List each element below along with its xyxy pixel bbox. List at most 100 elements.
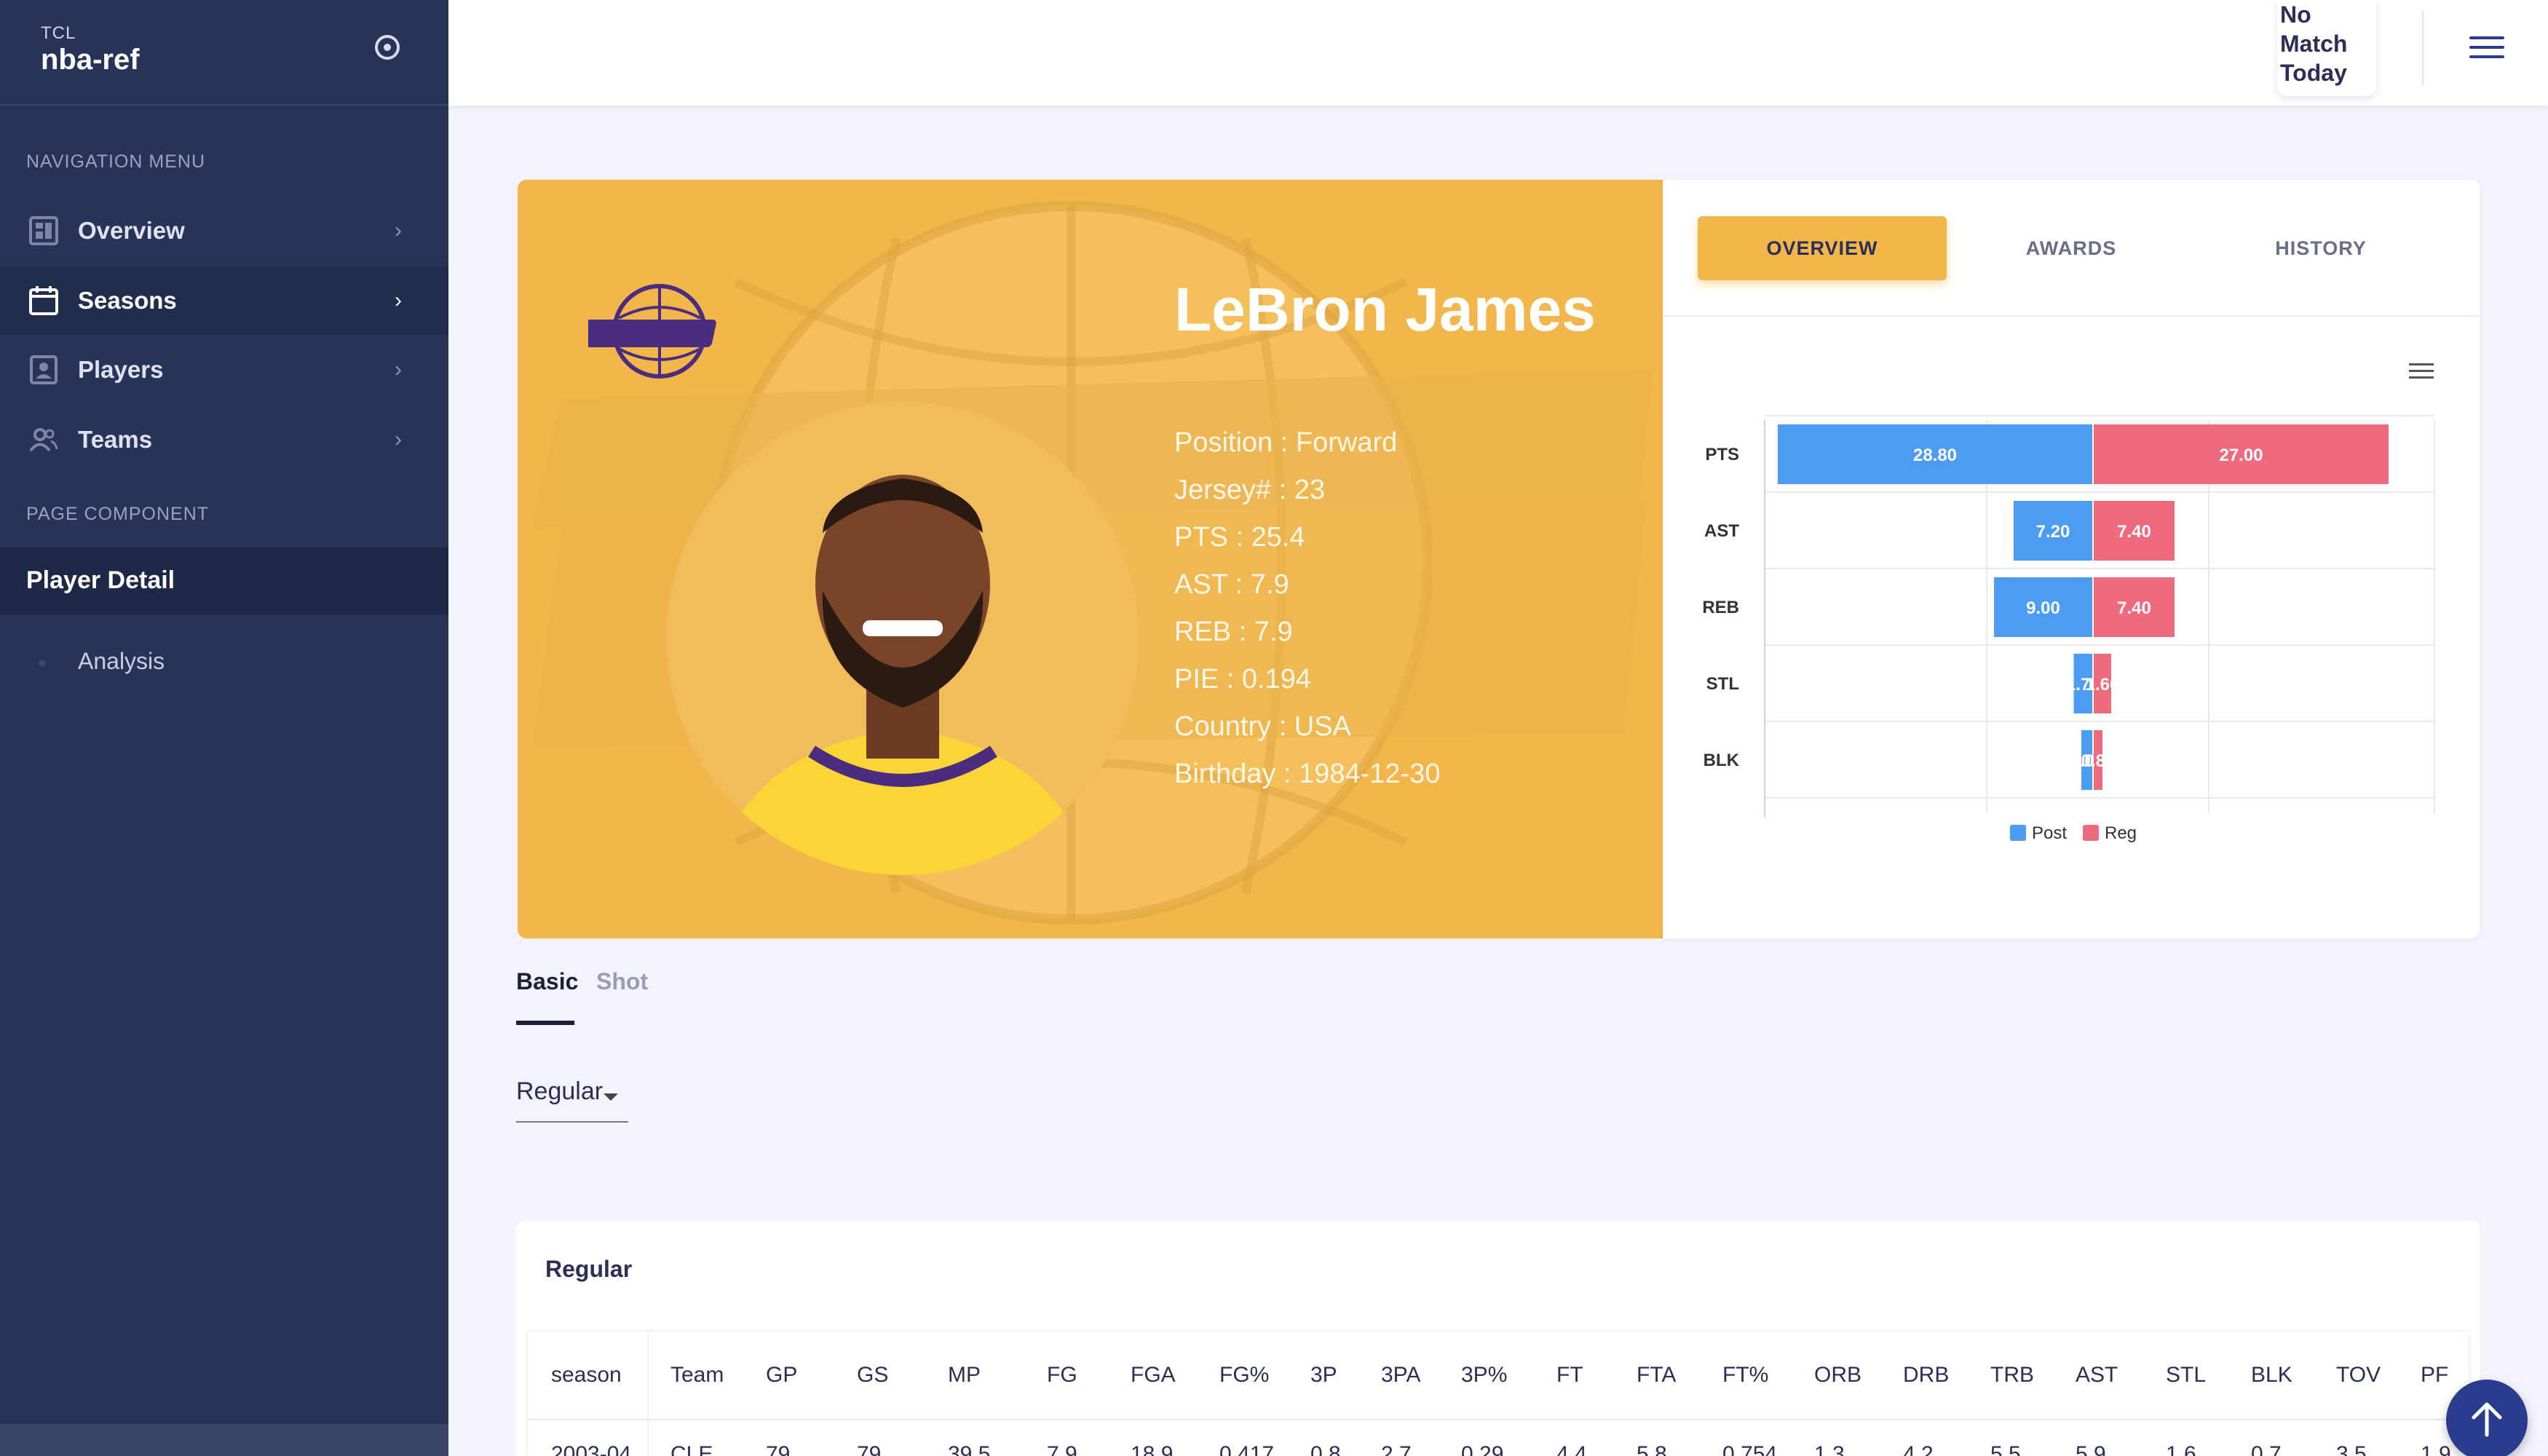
table-cell: 0.7 — [2251, 1442, 2282, 1456]
table-cell: 1.6 — [2166, 1442, 2196, 1456]
column-header[interactable]: MP — [948, 1332, 981, 1419]
sidebar: TCL nba-ref NAVIGATION MENU Overview › S… — [0, 0, 448, 1456]
column-header[interactable]: STL — [2166, 1332, 2206, 1419]
table-title: Regular — [545, 1256, 633, 1282]
table-cell: 0.417 — [1219, 1442, 1275, 1456]
column-header[interactable]: AST — [2076, 1332, 2118, 1419]
season-type-select[interactable]: Regular — [516, 1077, 628, 1123]
player-info-position: Position : Forward — [1174, 427, 1398, 458]
sidebar-item-players[interactable]: Players › — [0, 336, 448, 404]
column-header[interactable]: FT — [1556, 1332, 1583, 1419]
chevron-right-icon: › — [395, 218, 402, 242]
sidebar-footer — [0, 1424, 448, 1456]
sidebar-item-overview[interactable]: Overview › — [0, 197, 448, 265]
caret-down-icon — [604, 1093, 618, 1101]
data-label-reg: 7.40 — [2117, 522, 2151, 542]
column-header[interactable]: TRB — [1990, 1332, 2034, 1419]
player-info-pts: PTS : 25.4 — [1174, 522, 1305, 553]
table-cell: 4.4 — [1556, 1442, 1587, 1456]
player-info-jersey: Jersey# : 23 — [1174, 475, 1325, 505]
tab-shot[interactable]: Shot — [596, 968, 648, 995]
sidebar-item-analysis[interactable]: Analysis — [78, 648, 165, 675]
column-header[interactable]: FG — [1047, 1332, 1077, 1419]
scroll-to-top-button[interactable] — [2446, 1380, 2528, 1456]
table-cell: 18.9 — [1131, 1442, 1174, 1456]
legend-label-reg: Reg — [2105, 823, 2137, 843]
column-header[interactable]: 3PA — [1381, 1332, 1420, 1419]
table-cell: 79 — [857, 1442, 882, 1456]
stats-table: season Team GP GS MP FG FGA FG% 3P 3PA 3P% FT FTA FT%… — [528, 1332, 2469, 1456]
calendar-icon — [29, 286, 58, 315]
match-status-badge: No Match Today — [2277, 0, 2376, 96]
sidebar-item-label: Overview — [78, 217, 185, 244]
team-icon — [29, 428, 58, 452]
category-label: PTS — [1705, 445, 1739, 464]
column-header[interactable]: GS — [857, 1332, 888, 1419]
column-header[interactable]: TOV — [2336, 1332, 2381, 1419]
table-cell: 79 — [766, 1442, 791, 1456]
collapse-toggle-icon[interactable] — [375, 35, 400, 60]
player-info-birthday: Birthday : 1984-12-30 — [1174, 759, 1441, 789]
app-title[interactable]: nba-ref — [41, 44, 140, 76]
column-header[interactable]: DRB — [1903, 1332, 1949, 1419]
data-label-reg: 7.40 — [2117, 598, 2151, 618]
menu-icon[interactable] — [2469, 36, 2504, 61]
match-status-line: Today — [2280, 60, 2347, 86]
table-cell: 5.5 — [1990, 1442, 2021, 1456]
category-label: REB — [1702, 598, 1739, 617]
chevron-right-icon: › — [395, 427, 402, 451]
top-bar — [448, 0, 2548, 106]
column-header[interactable]: GP — [766, 1332, 797, 1419]
player-info-pie: PIE : 0.194 — [1174, 664, 1312, 695]
table-cell: 2.7 — [1381, 1442, 1412, 1456]
table-cell: 7.9 — [1047, 1442, 1077, 1456]
column-header[interactable]: FTA — [1637, 1332, 1676, 1419]
legend-swatch-post — [2010, 825, 2026, 841]
column-header[interactable]: ORB — [1814, 1332, 1861, 1419]
app-subtitle: TCL — [41, 23, 76, 43]
table-cell: 5.8 — [1637, 1442, 1667, 1456]
legend-swatch-reg — [2083, 825, 2099, 841]
arrow-up-icon — [2472, 1402, 2502, 1437]
table-cell: CLE — [670, 1442, 713, 1456]
match-status-line: Match — [2280, 31, 2348, 57]
player-info-country: Country : USA — [1174, 711, 1351, 742]
data-label-post: 9.00 — [2026, 598, 2060, 618]
column-header[interactable]: 3P% — [1461, 1332, 1507, 1419]
nav-section-label: NAVIGATION MENU — [26, 151, 206, 172]
column-header[interactable]: season — [551, 1332, 622, 1419]
sidebar-item-label: Player Detail — [26, 566, 175, 594]
table-cell: 4.2 — [1903, 1442, 1934, 1456]
table-cell: 0.29 — [1461, 1442, 1504, 1456]
sidebar-header: TCL nba-ref — [0, 0, 448, 106]
bullet-icon — [39, 660, 46, 667]
select-value: Regular — [516, 1077, 604, 1105]
player-hero-card: LeBron James Position : Forward Jersey# … — [518, 180, 1663, 938]
data-label-reg: 1.60 — [2086, 675, 2120, 695]
table-cell: 3.5 — [2336, 1442, 2367, 1456]
column-header[interactable]: PF — [2421, 1332, 2448, 1419]
player-card-icon — [30, 355, 58, 384]
sidebar-item-player-detail[interactable]: Player Detail — [0, 547, 448, 614]
page-section-label: PAGE COMPONENT — [26, 504, 210, 524]
player-info-reb: REB : 7.9 — [1174, 617, 1293, 647]
active-tab-indicator — [516, 1021, 574, 1025]
column-header[interactable]: BLK — [2251, 1332, 2292, 1419]
sidebar-item-teams[interactable]: Teams › — [0, 405, 448, 474]
sidebar-item-label: Seasons — [78, 287, 177, 314]
data-label-reg: 27.00 — [2219, 446, 2263, 465]
column-header[interactable]: FGA — [1131, 1332, 1176, 1419]
category-label: BLK — [1704, 751, 1740, 770]
column-header[interactable]: FG% — [1219, 1332, 1269, 1419]
player-info-ast: AST : 7.9 — [1174, 569, 1289, 600]
column-header[interactable]: Team — [670, 1332, 724, 1419]
table-cell: 2003-04 — [551, 1442, 632, 1456]
tab-basic[interactable]: Basic — [516, 968, 578, 995]
sidebar-item-seasons[interactable]: Seasons › — [0, 266, 448, 335]
legend-label-post: Post — [2032, 823, 2067, 843]
column-header[interactable]: FT% — [1722, 1332, 1768, 1419]
data-label-reg: 0.80 — [2081, 751, 2116, 771]
row-divider — [528, 1419, 2469, 1420]
dashboard-icon — [29, 216, 58, 245]
column-header[interactable]: 3P — [1310, 1332, 1337, 1419]
